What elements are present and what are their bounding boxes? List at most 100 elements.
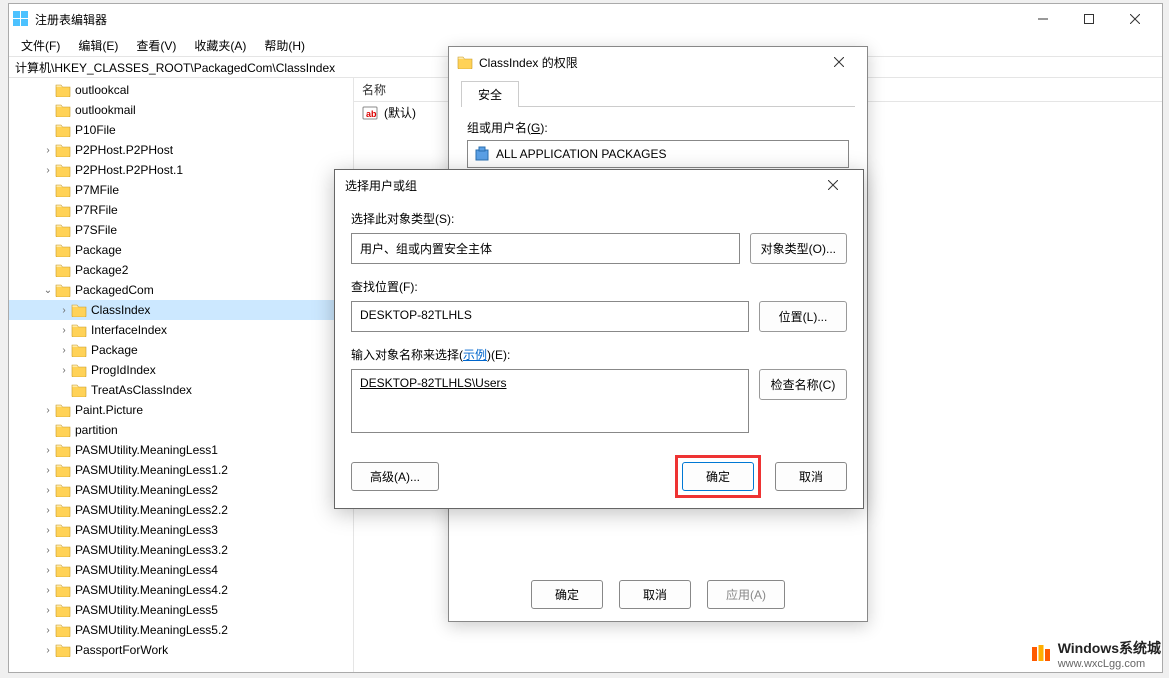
permissions-ok-button[interactable]: 确定 [531, 580, 603, 609]
select-user-cancel-button[interactable]: 取消 [775, 462, 847, 491]
tree-node[interactable]: ›P7RFile [9, 200, 353, 220]
chevron-right-icon[interactable]: › [41, 585, 55, 596]
folder-icon [55, 103, 71, 117]
close-button[interactable] [1112, 4, 1158, 34]
tree-node[interactable]: ›partition [9, 420, 353, 440]
tree-node[interactable]: ›Package [9, 240, 353, 260]
tree-node-label: Package [91, 343, 138, 357]
menu-help[interactable]: 帮助(H) [256, 35, 313, 56]
tree-node[interactable]: ⌄PackagedCom [9, 280, 353, 300]
package-group-icon [474, 146, 490, 162]
menu-edit[interactable]: 编辑(E) [70, 35, 126, 56]
folder-icon [457, 55, 473, 69]
chevron-right-icon[interactable]: › [41, 445, 55, 456]
tree-node[interactable]: › Package [9, 340, 353, 360]
tree-node[interactable]: ›P7MFile [9, 180, 353, 200]
chevron-right-icon[interactable]: › [41, 145, 55, 156]
chevron-down-icon[interactable]: ⌄ [41, 285, 55, 296]
folder-icon [71, 383, 87, 397]
tree-node[interactable]: › Paint.Picture [9, 400, 353, 420]
tree-node[interactable]: ›PASMUtility.MeaningLess2 [9, 480, 353, 500]
chevron-right-icon[interactable]: › [41, 565, 55, 576]
check-names-button[interactable]: 检查名称(C) [759, 369, 847, 400]
chevron-right-icon[interactable]: › [41, 485, 55, 496]
tree-node[interactable]: ›P10File [9, 120, 353, 140]
chevron-right-icon[interactable]: › [41, 625, 55, 636]
folder-icon [55, 563, 71, 577]
tree-node-label: PASMUtility.MeaningLess1 [75, 443, 218, 457]
tree-node[interactable]: ›PASMUtility.MeaningLess2.2 [9, 500, 353, 520]
chevron-right-icon[interactable]: › [57, 365, 71, 376]
tree-node[interactable]: ›PASMUtility.MeaningLess5 [9, 600, 353, 620]
tree-node[interactable]: ›outlookcal [9, 80, 353, 100]
object-name-input[interactable]: DESKTOP-82TLHLS\Users [351, 369, 749, 433]
tree-node[interactable]: ›PASMUtility.MeaningLess1.2 [9, 460, 353, 480]
folder-icon [71, 303, 87, 317]
tree-node[interactable]: ›PASMUtility.MeaningLess5.2 [9, 620, 353, 640]
tree-node-label: TreatAsClassIndex [91, 383, 192, 397]
tree-node[interactable]: ›InterfaceIndex [9, 320, 353, 340]
folder-icon [55, 483, 71, 497]
group-users-listbox[interactable]: ALL APPLICATION PACKAGES [467, 140, 849, 168]
menu-favorites[interactable]: 收藏夹(A) [186, 35, 254, 56]
tree-node-label: PASMUtility.MeaningLess4 [75, 563, 218, 577]
tree-node-label: PASMUtility.MeaningLess3.2 [75, 543, 228, 557]
titlebar: 注册表编辑器 [9, 4, 1162, 34]
permissions-close-button[interactable] [819, 48, 859, 76]
value-name: (默认) [384, 104, 416, 121]
tree-node[interactable]: ›TreatAsClassIndex [9, 380, 353, 400]
advanced-button[interactable]: 高级(A)... [351, 462, 439, 491]
tree-node[interactable]: ›PASMUtility.MeaningLess4.2 [9, 580, 353, 600]
tree-node[interactable]: › PASMUtility.MeaningLess4 [9, 560, 353, 580]
menu-view[interactable]: 查看(V) [128, 35, 184, 56]
folder-icon [71, 323, 87, 337]
chevron-right-icon[interactable]: › [41, 165, 55, 176]
tree-node[interactable]: ›P2PHost.P2PHost [9, 140, 353, 160]
ok-highlight-annotation: 确定 [675, 455, 761, 498]
locations-button[interactable]: 位置(L)... [759, 301, 847, 332]
tree-node-label: P10File [75, 123, 116, 137]
tree-node[interactable]: ›Package2 [9, 260, 353, 280]
maximize-button[interactable] [1066, 4, 1112, 34]
folder-icon [71, 363, 87, 377]
tree-node[interactable]: ›P7SFile [9, 220, 353, 240]
chevron-right-icon[interactable]: › [41, 465, 55, 476]
chevron-right-icon[interactable]: › [41, 505, 55, 516]
chevron-right-icon[interactable]: › [57, 345, 71, 356]
examples-link[interactable]: 示例 [463, 348, 487, 362]
tree-node[interactable]: ›ClassIndex [9, 300, 353, 320]
tree-node-label: Paint.Picture [75, 403, 143, 417]
chevron-right-icon[interactable]: › [57, 305, 71, 316]
select-user-ok-button[interactable]: 确定 [682, 462, 754, 491]
folder-icon [55, 203, 71, 217]
folder-icon [55, 643, 71, 657]
select-user-close-button[interactable] [813, 171, 853, 199]
chevron-right-icon[interactable]: › [41, 545, 55, 556]
folder-icon [55, 623, 71, 637]
tree-pane[interactable]: ›outlookcal›outlookmail›P10File›P2PHost.… [9, 78, 354, 672]
chevron-right-icon[interactable]: › [57, 325, 71, 336]
folder-icon [55, 83, 71, 97]
tree-node[interactable]: ›PASMUtility.MeaningLess3 [9, 520, 353, 540]
chevron-right-icon[interactable]: › [41, 605, 55, 616]
tree-node[interactable]: › PASMUtility.MeaningLess1 [9, 440, 353, 460]
minimize-button[interactable] [1020, 4, 1066, 34]
tree-node[interactable]: › PASMUtility.MeaningLess3.2 [9, 540, 353, 560]
folder-icon [55, 543, 71, 557]
tree-node[interactable]: ›outlookmail [9, 100, 353, 120]
permissions-apply-button[interactable]: 应用(A) [707, 580, 785, 609]
chevron-right-icon[interactable]: › [41, 405, 55, 416]
permissions-cancel-button[interactable]: 取消 [619, 580, 691, 609]
folder-icon [71, 343, 87, 357]
tree-node[interactable]: ›PassportForWork [9, 640, 353, 660]
chevron-right-icon[interactable]: › [41, 645, 55, 656]
tree-node[interactable]: ›P2PHost.P2PHost.1 [9, 160, 353, 180]
group-users-label: 组或用户名(G): [467, 119, 849, 136]
object-name-label: 输入对象名称来选择(示例)(E): [351, 346, 847, 363]
tree-node[interactable]: ›ProgIdIndex [9, 360, 353, 380]
chevron-right-icon[interactable]: › [41, 525, 55, 536]
object-types-button[interactable]: 对象类型(O)... [750, 233, 847, 264]
folder-icon [55, 423, 71, 437]
menu-file[interactable]: 文件(F) [13, 35, 68, 56]
tab-security[interactable]: 安全 [461, 81, 519, 107]
